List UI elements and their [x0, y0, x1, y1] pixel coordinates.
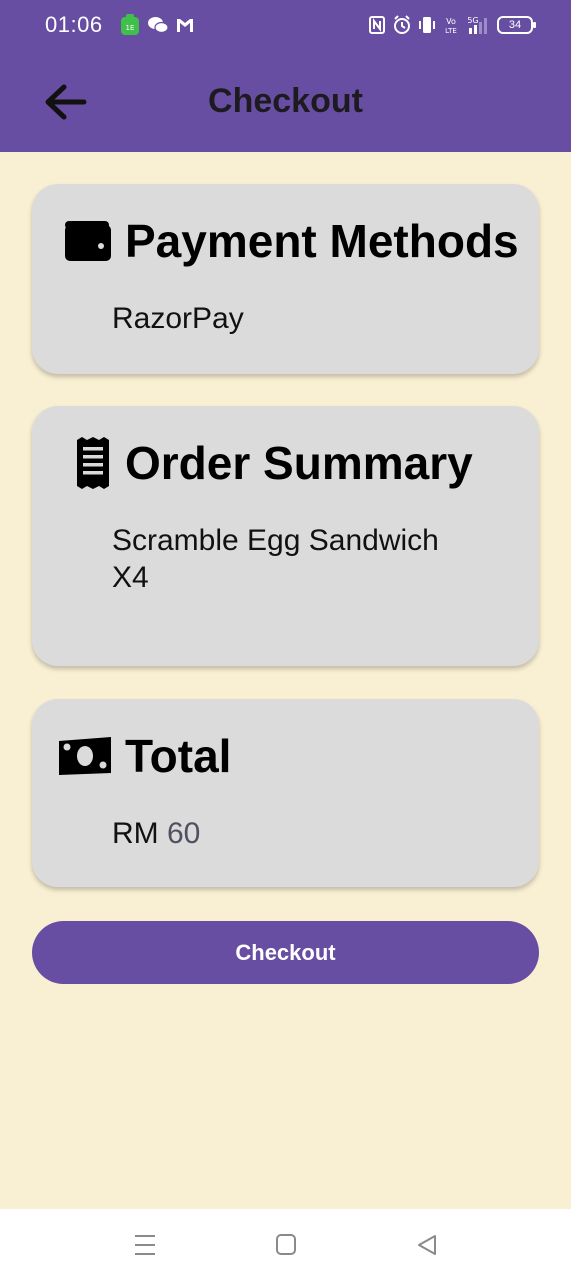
- payment-methods-title: Payment Methods: [125, 215, 519, 267]
- order-summary-items: Scramble Egg Sandwich X4: [112, 522, 439, 596]
- checkout-button[interactable]: Checkout: [32, 921, 539, 984]
- order-item-name: Scramble Egg Sandwich: [112, 524, 439, 557]
- order-summary-header: Order Summary: [73, 428, 473, 498]
- receipt-icon: [77, 437, 109, 489]
- svg-text:1E: 1E: [126, 24, 135, 32]
- wallet-icon: [65, 221, 111, 261]
- total-value: 60: [167, 817, 201, 850]
- alarm-icon: [394, 15, 410, 34]
- app-notification-icon: 1E: [121, 14, 139, 35]
- wechat-icon: [148, 17, 169, 34]
- total-card: Total RM 60: [32, 699, 539, 887]
- home-icon[interactable]: [272, 1233, 300, 1257]
- nfc-icon: [369, 16, 385, 34]
- system-navigation-bar: [0, 1209, 571, 1280]
- payment-method-value: RazorPay: [112, 302, 244, 335]
- gmail-icon: [177, 19, 193, 32]
- total-currency: RM: [112, 817, 159, 850]
- volte-icon: Vo LTE: [445, 17, 457, 35]
- page-title: Checkout: [208, 82, 363, 120]
- status-time: 01:06: [45, 12, 103, 37]
- order-item-quantity: X4: [112, 561, 149, 594]
- payment-methods-card: Payment Methods RazorPay: [32, 184, 539, 374]
- back-icon[interactable]: [413, 1233, 441, 1257]
- status-bar: 01:06 1E Vo LTE 5G 34: [0, 0, 571, 52]
- battery-icon: 34: [497, 16, 536, 34]
- total-title: Total: [125, 730, 232, 782]
- money-icon: [59, 737, 111, 775]
- app-header: 01:06 1E Vo LTE 5G 34 Checkout: [0, 0, 571, 152]
- system-icons: Vo LTE 5G 34: [369, 14, 536, 36]
- payment-methods-header: Payment Methods: [63, 206, 519, 276]
- svg-text:Vo: Vo: [446, 17, 456, 26]
- vibrate-icon: [419, 17, 435, 33]
- svg-text:5G: 5G: [467, 16, 478, 25]
- signal-5g-icon: 5G: [467, 16, 487, 34]
- total-header: Total: [57, 721, 231, 791]
- svg-text:LTE: LTE: [445, 27, 457, 35]
- order-summary-title: Order Summary: [125, 437, 473, 489]
- menu-icon[interactable]: [131, 1233, 159, 1257]
- total-amount: RM 60: [112, 815, 200, 852]
- order-summary-card: Order Summary Scramble Egg Sandwich X4: [32, 406, 539, 666]
